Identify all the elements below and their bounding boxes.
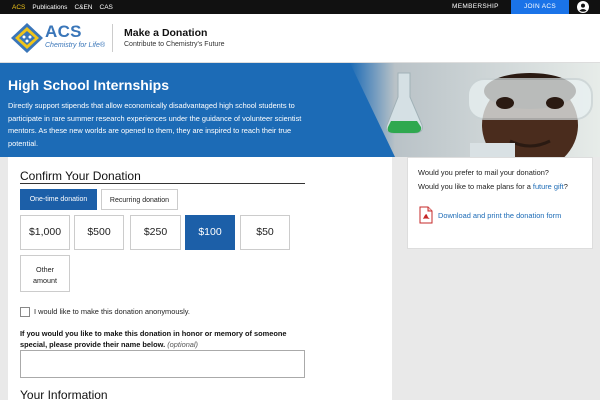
student-photo (350, 63, 600, 157)
hero-banner: High School Internships Directly support… (0, 63, 600, 157)
top-link-publications[interactable]: Publications (32, 4, 67, 11)
site-header: ACS Chemistry for Life® Make a Donation … (0, 14, 600, 63)
top-links: ACS Publications C&EN CAS (12, 0, 113, 14)
mail-donation-card: Would you prefer to mail your donation? … (407, 157, 593, 249)
membership-link[interactable]: MEMBERSHIP (452, 0, 499, 14)
header-divider (112, 24, 113, 52)
hero-description: Directly support stipends that allow eco… (8, 101, 302, 148)
other-amount-line1: Other (36, 265, 54, 274)
amount-250-button[interactable]: $250 (130, 215, 181, 250)
acs-wordmark: ACS (45, 22, 82, 41)
top-link-acs[interactable]: ACS (12, 4, 25, 11)
honor-memory-label: If you would you like to make this donat… (20, 328, 310, 350)
other-amount-line2: amount (33, 276, 57, 285)
honoree-name-field[interactable] (20, 350, 305, 378)
optional-hint: (optional) (167, 340, 199, 349)
amount-500-button[interactable]: $500 (74, 215, 124, 250)
confirm-donation-heading: Confirm Your Donation (20, 169, 141, 183)
anonymous-checkbox[interactable] (20, 307, 30, 317)
future-gift-question: Would you like to make plans for a futur… (418, 182, 568, 191)
hero-title: High School Internships (8, 77, 170, 93)
top-utility-bar: ACS Publications C&EN CAS MEMBERSHIP JOI… (0, 0, 600, 14)
download-form-link[interactable]: Download and print the donation form (438, 211, 561, 220)
page-subtitle: Contribute to Chemistry's Future (124, 41, 225, 48)
mail-question: Would you prefer to mail your donation? (418, 168, 549, 177)
join-acs-button[interactable]: JOIN ACS (511, 0, 569, 14)
amount-50-button[interactable]: $50 (240, 215, 290, 250)
future-gift-link[interactable]: future gift (533, 182, 564, 191)
tab-one-time-donation[interactable]: One-time donation (20, 189, 97, 210)
anonymous-label: I would like to make this donation anony… (34, 307, 190, 316)
amount-100-button[interactable]: $100 (185, 215, 235, 250)
your-information-heading: Your Information (20, 388, 108, 400)
amount-1000-button[interactable]: $1,000 (20, 215, 70, 250)
user-icon[interactable] (577, 1, 589, 13)
future-gift-suffix: ? (563, 182, 568, 191)
page-title: Make a Donation (124, 27, 208, 39)
honor-label-text: If you would you like to make this donat… (20, 329, 287, 349)
other-amount-button[interactable]: Other amount (20, 255, 70, 292)
acs-logo-icon[interactable] (10, 22, 44, 54)
top-link-cas[interactable]: CAS (100, 4, 113, 11)
acs-tagline: Chemistry for Life® (45, 42, 106, 49)
donation-form-card: Confirm Your Donation One-time donation … (8, 157, 392, 400)
top-link-cen[interactable]: C&EN (74, 4, 92, 11)
tab-recurring-donation[interactable]: Recurring donation (101, 189, 178, 210)
future-gift-prefix: Would you like to make plans for a (418, 182, 533, 191)
pdf-icon[interactable] (418, 206, 434, 224)
heading-divider (20, 183, 305, 184)
